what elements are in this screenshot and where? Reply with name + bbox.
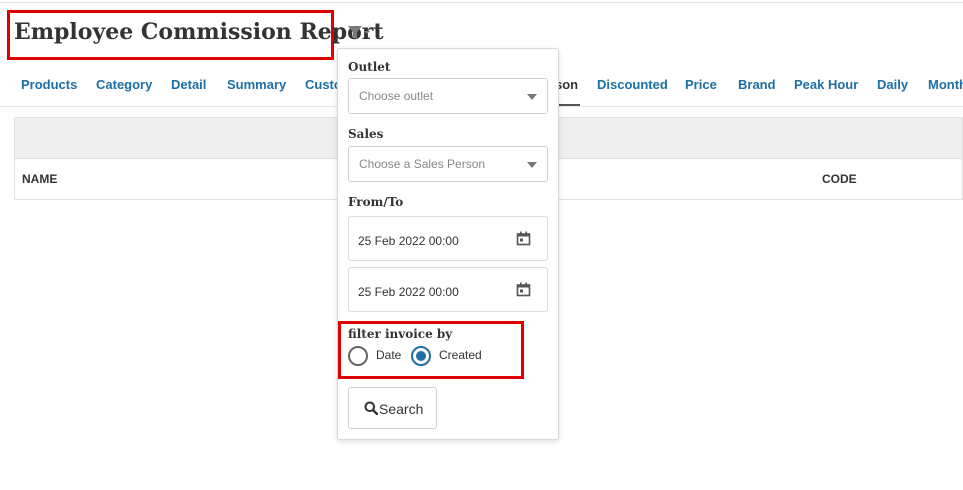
page-title: Employee Commission Report: [14, 19, 384, 45]
sales-select-placeholder: Choose a Sales Person: [359, 157, 486, 171]
filter-toggle-button[interactable]: [347, 25, 373, 41]
radio-date-label[interactable]: Date: [376, 348, 401, 362]
from-date-input[interactable]: 25 Feb 2022 00:00: [348, 216, 548, 261]
radio-selected-dot: [416, 351, 426, 361]
calendar-icon[interactable]: [516, 231, 531, 246]
filter-dropdown-panel: Outlet Choose outlet Sales Choose a Sale…: [337, 48, 559, 440]
from-date-value: 25 Feb 2022 00:00: [358, 234, 459, 248]
filter-invoice-label: filter invoice by: [348, 327, 453, 341]
top-divider: [0, 2, 963, 3]
outlet-select[interactable]: Choose outlet: [348, 78, 548, 114]
tab-daily[interactable]: Daily: [877, 77, 908, 92]
tab-peak-hour[interactable]: Peak Hour: [794, 77, 858, 92]
outlet-select-placeholder: Choose outlet: [359, 89, 434, 103]
tab-category[interactable]: Category: [96, 77, 152, 92]
tab-summary[interactable]: Summary: [227, 77, 286, 92]
search-button-label: Search: [379, 401, 424, 417]
to-date-value: 25 Feb 2022 00:00: [358, 285, 459, 299]
sales-person-select[interactable]: Choose a Sales Person: [348, 146, 548, 182]
radio-date[interactable]: [348, 346, 368, 366]
chevron-down-icon: [527, 94, 537, 100]
chevron-down-icon: [527, 162, 537, 168]
from-to-label: From/To: [348, 195, 404, 209]
tab-detail[interactable]: Detail: [171, 77, 206, 92]
radio-created[interactable]: [411, 346, 431, 366]
search-icon: [364, 401, 378, 415]
tab-discounted[interactable]: Discounted: [597, 77, 668, 92]
outlet-label: Outlet: [348, 60, 391, 74]
sales-label: Sales: [348, 127, 384, 141]
filter-icon: [348, 26, 370, 39]
tab-brand[interactable]: Brand: [738, 77, 776, 92]
tab-monthly[interactable]: Month: [928, 77, 963, 92]
search-button[interactable]: Search: [348, 387, 437, 429]
column-header-name[interactable]: NAME: [22, 172, 57, 186]
tab-products[interactable]: Products: [21, 77, 77, 92]
calendar-icon[interactable]: [516, 282, 531, 297]
tab-price[interactable]: Price: [685, 77, 717, 92]
invoice-filter-radio-group: Date Created: [348, 345, 528, 367]
to-date-input[interactable]: 25 Feb 2022 00:00: [348, 267, 548, 312]
column-header-code[interactable]: CODE: [822, 172, 857, 186]
radio-created-label[interactable]: Created: [439, 348, 482, 362]
